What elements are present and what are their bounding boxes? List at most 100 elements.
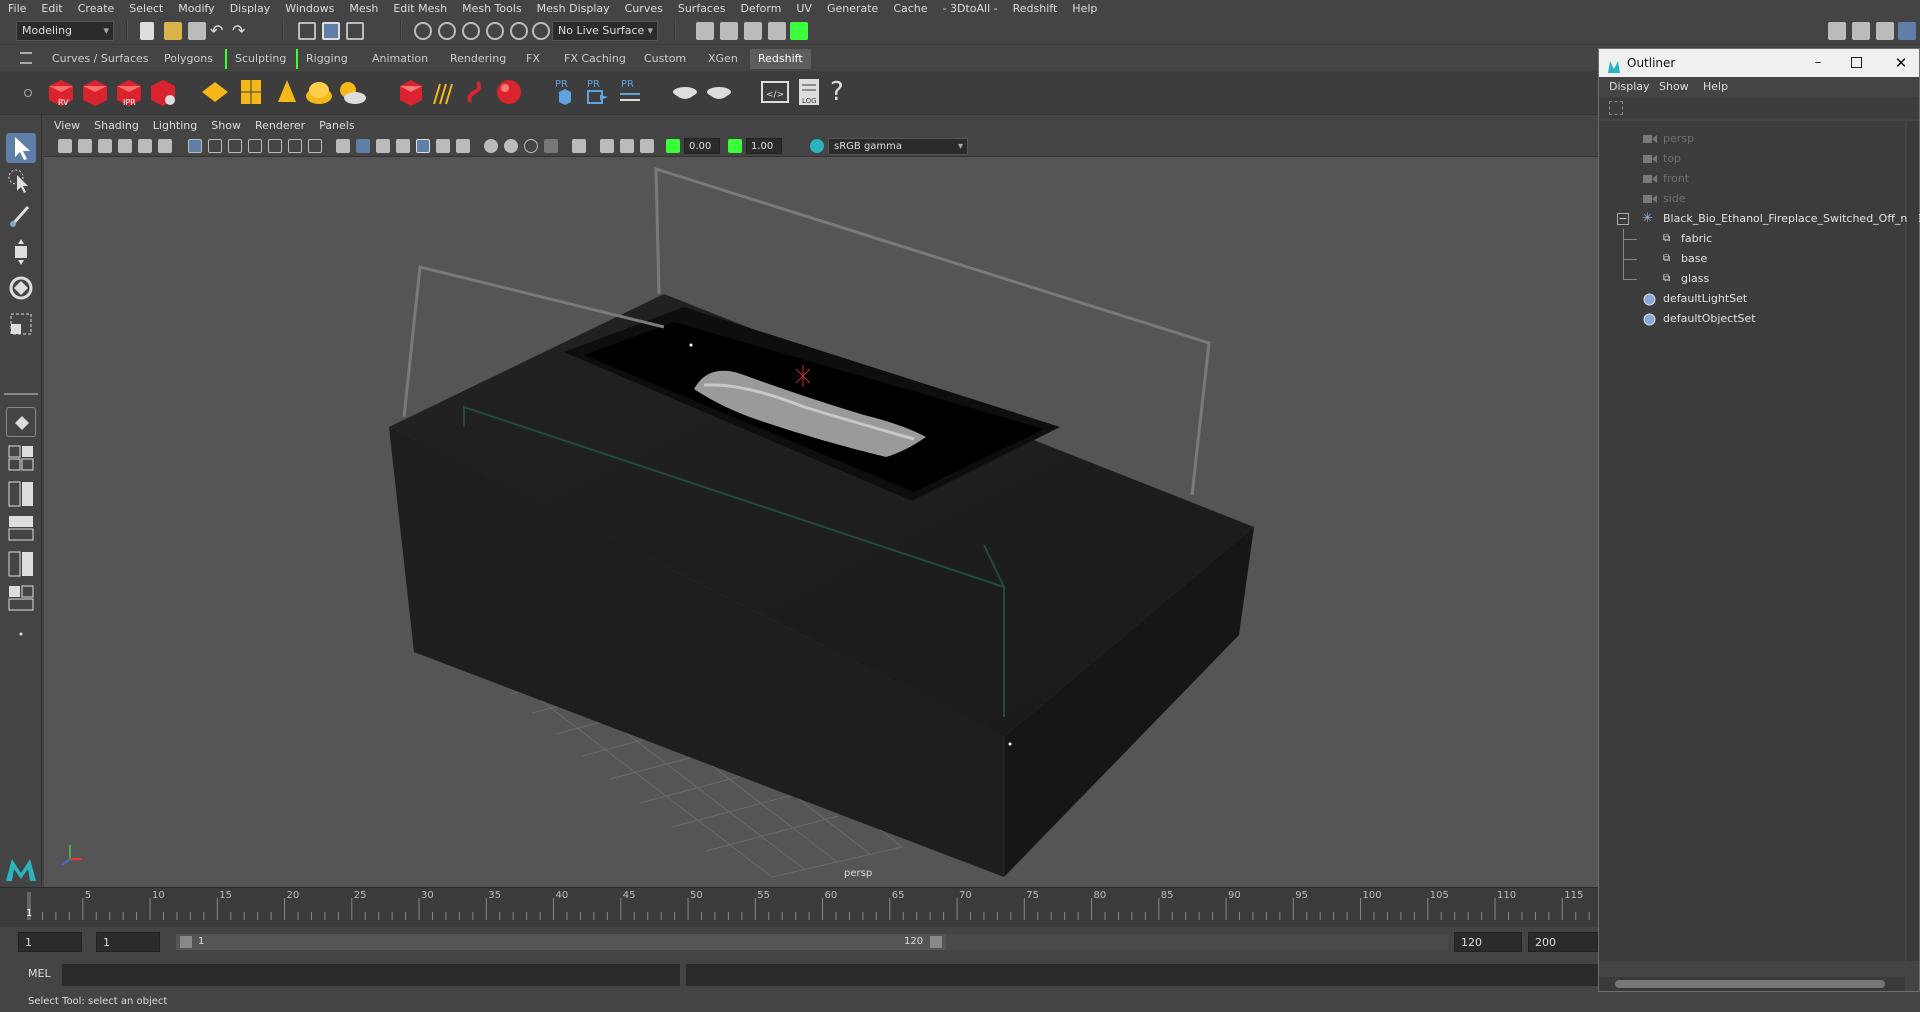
shelf-tab-rendering[interactable]: Rendering: [442, 49, 514, 69]
panel-menu-renderer[interactable]: Renderer: [255, 119, 305, 132]
gate-mask-icon[interactable]: [248, 139, 262, 153]
select-camera-icon[interactable]: [58, 139, 72, 153]
outliner-vertical-scrollbar[interactable]: [1907, 121, 1919, 961]
safe-action-icon[interactable]: [288, 139, 302, 153]
close-icon[interactable]: ✕: [1891, 49, 1911, 77]
outliner-menu-display[interactable]: Display: [1609, 80, 1650, 93]
shelf-tab-custom[interactable]: Custom: [636, 49, 694, 69]
smooth-shade-icon[interactable]: [356, 139, 370, 153]
single-perspective-layout-icon[interactable]: [6, 407, 36, 437]
rs-light-area-icon[interactable]: [200, 76, 230, 108]
panel-menu-panels[interactable]: Panels: [319, 119, 354, 132]
move-tool-icon[interactable]: [6, 237, 36, 267]
shelf-menu-icon[interactable]: [20, 52, 32, 64]
grid-toggle-icon[interactable]: [188, 139, 202, 153]
range-track[interactable]: 1 120: [176, 934, 946, 950]
rs-bowl-icon[interactable]: [670, 76, 700, 108]
outliner-item-fireplace-group[interactable]: − ✳ Black_Bio_Ethanol_Fireplace_Switched…: [1599, 209, 1920, 229]
xray-components-icon[interactable]: [620, 139, 634, 153]
grease-pencil-icon[interactable]: [158, 139, 172, 153]
toolbox-more-icon[interactable]: [6, 619, 36, 649]
redo-icon[interactable]: ↷: [232, 22, 250, 40]
use-all-lights-icon[interactable]: [416, 139, 430, 153]
rs-sun-sky-icon[interactable]: [336, 76, 366, 108]
rs-log-icon[interactable]: LOG: [794, 76, 824, 108]
shelf-options-icon[interactable]: [24, 89, 32, 97]
lasso-tool-icon[interactable]: [6, 167, 36, 197]
rs-dome-light-icon[interactable]: [304, 76, 334, 108]
render-current-icon[interactable]: [720, 22, 738, 40]
outliner-search-input[interactable]: [1629, 100, 1909, 116]
open-scene-icon[interactable]: [164, 22, 182, 40]
tool-settings-toggle-icon[interactable]: [1898, 22, 1916, 40]
range-handle-start[interactable]: [180, 936, 192, 948]
xray-joints-icon[interactable]: [600, 139, 614, 153]
rs-light-portal-icon[interactable]: [236, 76, 266, 108]
panel-menu-shading[interactable]: Shading: [94, 119, 139, 132]
rs-volume-icon[interactable]: [428, 76, 458, 108]
menu-help[interactable]: Help: [1072, 2, 1097, 15]
image-plane-icon[interactable]: [118, 139, 132, 153]
maximize-icon[interactable]: [1851, 57, 1862, 68]
minimize-icon[interactable]: –: [1807, 49, 1829, 77]
menu-file[interactable]: File: [8, 2, 26, 15]
motion-blur-icon[interactable]: [484, 139, 498, 153]
shelf-tab-fx-caching[interactable]: FX Caching: [556, 49, 634, 69]
outliner-item-glass[interactable]: ⧉ glass: [1599, 269, 1905, 289]
outliner-horizontal-scrollbar[interactable]: [1599, 977, 1905, 991]
panel-menu-view[interactable]: View: [54, 119, 80, 132]
menu-mesh-tools[interactable]: Mesh Tools: [462, 2, 522, 15]
anti-aliasing-icon[interactable]: [504, 139, 518, 153]
backface-culling-icon[interactable]: [640, 139, 654, 153]
playback-start-field[interactable]: 1: [96, 932, 160, 952]
channel-box-toggle-icon[interactable]: [1852, 22, 1870, 40]
ipr-render-icon[interactable]: [744, 22, 762, 40]
rs-help-icon[interactable]: ?: [830, 76, 860, 108]
playback-end-field[interactable]: 120: [1454, 932, 1522, 952]
outliner-item-front[interactable]: front: [1599, 169, 1905, 189]
shelf-tab-curves-surfaces[interactable]: Curves / Surfaces: [44, 49, 157, 69]
outliner-item-defaultobjectset[interactable]: defaultObjectSet: [1599, 309, 1905, 329]
wireframe-icon[interactable]: [336, 139, 350, 153]
select-hierarchy-icon[interactable]: [298, 22, 316, 40]
snap-grid-icon[interactable]: [414, 22, 432, 40]
rs-bowl-alt-icon[interactable]: [704, 76, 734, 108]
outliner-menu-help[interactable]: Help: [1703, 80, 1728, 93]
menu-edit[interactable]: Edit: [41, 2, 62, 15]
outliner-item-side[interactable]: side: [1599, 189, 1905, 209]
exposure-icon[interactable]: [666, 139, 680, 153]
hypershade-icon[interactable]: [790, 22, 808, 40]
time-slider[interactable]: 5 10 15 20 25 30 35 40 45 50 55 60 65 70 75 80 85 90 95 100…: [0, 887, 1604, 927]
render-view-icon[interactable]: [696, 22, 714, 40]
textured-icon[interactable]: [396, 139, 410, 153]
rs-proxy-icon[interactable]: [396, 76, 426, 108]
four-view-layout-icon[interactable]: [6, 443, 36, 473]
gamma-field[interactable]: 1.00: [746, 138, 782, 154]
shadows-icon[interactable]: [436, 139, 450, 153]
snap-curve-icon[interactable]: [438, 22, 456, 40]
snap-vertex-icon[interactable]: [532, 22, 550, 40]
camera-attributes-icon[interactable]: [78, 139, 92, 153]
scale-tool-icon[interactable]: [6, 309, 36, 339]
snap-view-icon[interactable]: [486, 22, 504, 40]
menu-uv[interactable]: UV: [796, 2, 812, 15]
menu-display[interactable]: Display: [230, 2, 271, 15]
rotate-tool-icon[interactable]: [6, 273, 36, 303]
shelf-tab-xgen[interactable]: XGen: [700, 49, 746, 69]
attribute-editor-toggle-icon[interactable]: [1876, 22, 1894, 40]
side-by-side-layout-icon[interactable]: [6, 479, 36, 509]
screen-space-ao-icon[interactable]: [456, 139, 470, 153]
shelf-tab-polygons[interactable]: Polygons: [156, 49, 221, 69]
rs-hair-icon[interactable]: [462, 76, 492, 108]
shelf-tab-redshift[interactable]: Redshift: [750, 49, 811, 69]
2d-pan-zoom-icon[interactable]: [138, 139, 152, 153]
persp-graph-layout-icon[interactable]: [6, 513, 36, 543]
safe-title-icon[interactable]: [308, 139, 322, 153]
isolate-select-icon[interactable]: [544, 139, 558, 153]
menu-3dtoall[interactable]: - 3DtoAll -: [943, 2, 998, 15]
collapse-toggle-icon[interactable]: −: [1617, 213, 1629, 225]
rs-light-ies-icon[interactable]: [272, 76, 302, 108]
select-component-icon[interactable]: [346, 22, 364, 40]
shelf-tab-animation[interactable]: Animation: [364, 49, 436, 69]
rs-script-icon[interactable]: </>: [760, 76, 790, 108]
